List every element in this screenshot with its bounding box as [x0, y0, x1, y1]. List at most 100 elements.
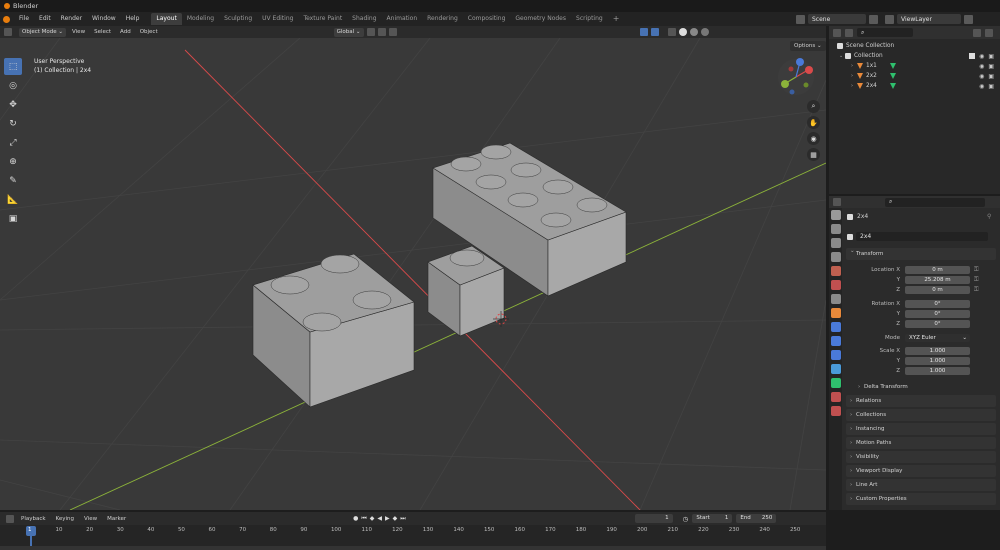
checkbox-icon[interactable]: [969, 52, 976, 59]
mode-selector[interactable]: Object Mode ⌄: [19, 27, 67, 37]
transform-orientation-selector[interactable]: Global ⌄: [333, 27, 364, 37]
location-x-field[interactable]: 0 m: [905, 266, 970, 274]
menu-help[interactable]: Help: [122, 12, 144, 26]
jump-start-icon[interactable]: ⏮: [361, 515, 366, 523]
scene-tab-icon[interactable]: [831, 266, 841, 276]
menu-file[interactable]: File: [15, 12, 33, 26]
tab-compositing[interactable]: Compositing: [463, 13, 511, 25]
pan-hand-icon[interactable]: ✋: [807, 116, 820, 129]
next-keyframe-icon[interactable]: ◆: [393, 515, 398, 522]
outliner-search-input[interactable]: ⌕: [857, 28, 913, 37]
camera-icon[interactable]: ▣: [988, 83, 994, 90]
tab-layout[interactable]: Layout: [151, 13, 182, 25]
filter-icon[interactable]: [973, 28, 981, 37]
lock-icon[interactable]: ⚿: [974, 266, 979, 274]
3d-viewport[interactable]: [0, 38, 826, 510]
outliner-row-1x1[interactable]: › 1x1 ◉ ▣: [829, 61, 1000, 71]
timeline-ruler[interactable]: 1 10 20 30 40 50 60 70 80 90 100 110 120 130 140 150 160…: [0, 525, 826, 550]
zoom-icon[interactable]: ⌕: [807, 100, 820, 113]
camera-view-icon[interactable]: ◉: [807, 132, 820, 145]
material-preview-icon[interactable]: [689, 28, 698, 36]
eye-icon[interactable]: ◉: [979, 63, 984, 70]
rendered-shading-icon[interactable]: [700, 28, 709, 36]
outliner-row-2x4[interactable]: › 2x4 ◉ ▣: [829, 81, 1000, 91]
collection-tab-icon[interactable]: [831, 294, 841, 304]
pin-icon[interactable]: ⚲: [987, 213, 991, 220]
texture-tab-icon[interactable]: [831, 406, 841, 416]
eye-icon[interactable]: ◉: [979, 53, 984, 60]
editor-type-icon[interactable]: [4, 28, 12, 36]
properties-search-input[interactable]: ⌕: [885, 197, 985, 207]
tab-uv-editing[interactable]: UV Editing: [257, 13, 298, 25]
transform-tool-icon[interactable]: ⊕: [4, 153, 22, 170]
menu-marker[interactable]: Marker: [104, 516, 129, 522]
view-layer-selector[interactable]: ViewLayer: [897, 14, 961, 24]
ortho-toggle-icon[interactable]: ▦: [807, 148, 820, 161]
render-tab-icon[interactable]: [831, 224, 841, 234]
outliner-row-scene-collection[interactable]: Scene Collection: [829, 41, 1000, 51]
end-frame-field[interactable]: End 250: [736, 514, 777, 523]
outliner-editor-icon[interactable]: [833, 28, 841, 37]
menu-select[interactable]: Select: [91, 29, 114, 35]
tab-scripting[interactable]: Scripting: [571, 13, 608, 25]
prev-keyframe-icon[interactable]: ◆: [370, 515, 375, 522]
scale-y-field[interactable]: 1.000: [905, 357, 970, 365]
add-cube-tool-icon[interactable]: ▣: [4, 210, 22, 227]
play-icon[interactable]: ▶: [385, 515, 390, 522]
object-datablock-icon[interactable]: [847, 233, 853, 240]
gizmo-toggle-icon[interactable]: [639, 28, 648, 36]
world-tab-icon[interactable]: [831, 280, 841, 290]
record-icon[interactable]: ●: [353, 515, 358, 522]
rotate-tool-icon[interactable]: ↻: [4, 115, 22, 132]
properties-editor-icon[interactable]: [833, 198, 841, 206]
scene-icon[interactable]: [796, 14, 805, 24]
tab-modeling[interactable]: Modeling: [182, 13, 219, 25]
scale-tool-icon[interactable]: ⤢: [4, 134, 22, 151]
overlay-toggle-icon[interactable]: [650, 28, 659, 36]
blender-menu-icon[interactable]: [3, 15, 10, 23]
rotation-z-field[interactable]: 0°: [905, 320, 970, 328]
new-view-layer-icon[interactable]: [964, 14, 973, 24]
lock-icon[interactable]: ⚿: [974, 276, 979, 284]
lock-icon[interactable]: ⚿: [974, 286, 979, 294]
menu-timeline-view[interactable]: View: [81, 516, 100, 522]
location-z-field[interactable]: 0 m: [905, 286, 970, 294]
tab-animation[interactable]: Animation: [382, 13, 423, 25]
viewport-display-panel-header[interactable]: Viewport Display: [846, 465, 996, 477]
rotation-x-field[interactable]: 0°: [905, 300, 970, 308]
motion-paths-panel-header[interactable]: Motion Paths: [846, 437, 996, 449]
tool-tab-icon[interactable]: [831, 210, 841, 220]
timeline-editor-icon[interactable]: [6, 514, 14, 523]
eye-icon[interactable]: ◉: [979, 73, 984, 80]
location-y-field[interactable]: 25.208 m: [905, 276, 970, 284]
pivot-point-icon[interactable]: [366, 28, 375, 36]
modifier-tab-icon[interactable]: [831, 322, 841, 332]
xray-toggle-icon[interactable]: [667, 28, 676, 36]
view-layer-tab-icon[interactable]: [831, 252, 841, 262]
menu-render[interactable]: Render: [57, 12, 86, 26]
menu-view[interactable]: View: [69, 29, 88, 35]
outliner-row-collection[interactable]: ⌄ Collection ◉ ▣: [829, 51, 1000, 61]
object-tab-icon[interactable]: [831, 308, 841, 318]
output-tab-icon[interactable]: [831, 238, 841, 248]
solid-shading-icon[interactable]: [678, 28, 687, 36]
tab-shading[interactable]: Shading: [347, 13, 381, 25]
particles-tab-icon[interactable]: [831, 336, 841, 346]
physics-tab-icon[interactable]: [831, 350, 841, 360]
new-scene-icon[interactable]: [869, 14, 878, 24]
line-art-panel-header[interactable]: Line Art: [846, 479, 996, 491]
menu-object[interactable]: Object: [137, 29, 161, 35]
scale-z-field[interactable]: 1.000: [905, 367, 970, 375]
eye-icon[interactable]: ◉: [979, 83, 984, 90]
scene-selector[interactable]: Scene: [808, 14, 866, 24]
custom-properties-panel-header[interactable]: Custom Properties: [846, 493, 996, 505]
snap-icon[interactable]: [377, 28, 386, 36]
tab-geometry-nodes[interactable]: Geometry Nodes: [510, 13, 571, 25]
menu-playback[interactable]: Playback: [18, 516, 49, 522]
jump-end-icon[interactable]: ⏭: [400, 515, 405, 523]
transform-panel-header[interactable]: Transform: [846, 245, 996, 260]
options-button[interactable]: Options ⌄: [790, 41, 826, 51]
menu-window[interactable]: Window: [88, 12, 120, 26]
timeline-scrollbar[interactable]: [0, 546, 826, 550]
display-mode-icon[interactable]: [845, 28, 853, 37]
